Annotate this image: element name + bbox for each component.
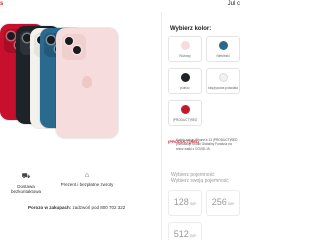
color-label: (PRODUCT)RED: [172, 118, 198, 122]
color-label: księżycowa poświata: [208, 86, 238, 90]
gift-icon: ⌂: [84, 172, 90, 179]
storage-unit: GB*: [189, 234, 197, 238]
product-red-description: Każdy zakup iPhone'a 13 (PRODUCT)RED prz…: [176, 138, 238, 151]
help-phone-link[interactable]: zadzwoń pod 800 702 322: [71, 205, 126, 210]
apple-logo-icon: [82, 76, 92, 88]
feature-contactless-delivery: ⛟ Dostawa bezkontaktowa: [2, 172, 50, 194]
storage-unit: GB*: [189, 202, 197, 206]
help-label: Porozo w zakupach:: [28, 205, 72, 210]
color-swatch: [181, 105, 190, 114]
header-link[interactable]: Jul c: [228, 1, 240, 7]
color-swatch: [219, 73, 228, 82]
feature-label: Prezent i bezpłatne zwroty: [60, 182, 114, 187]
color-option-red[interactable]: (PRODUCT)RED: [168, 100, 202, 126]
product-image: [0, 20, 120, 150]
color-picker-title: Wybierz kolor:: [170, 26, 212, 32]
storage-option-512[interactable]: 512GB*: [168, 222, 202, 240]
color-label: północ: [180, 86, 190, 90]
phone-pink: [56, 28, 118, 138]
color-option-starlight[interactable]: księżycowa poświata: [206, 68, 240, 94]
storage-subtitle: Wybierz swoją pojemność: [171, 178, 229, 184]
storage-option-128[interactable]: 128GB*: [168, 190, 202, 216]
color-label: Niebieski: [216, 54, 230, 58]
storage-value: 128: [173, 197, 189, 207]
truck-icon: ⛟: [21, 173, 31, 180]
help-line: Porozo w zakupach: zadzwoń pod 800 702 3…: [28, 205, 125, 210]
color-swatch: [181, 41, 190, 50]
color-option-midnight[interactable]: północ: [168, 68, 202, 94]
color-swatch: [219, 41, 228, 50]
panel-divider: [161, 12, 162, 240]
feature-label: Dostawa bezkontaktowa: [10, 184, 42, 194]
color-swatch: [181, 73, 190, 82]
color-option-blue[interactable]: Niebieski: [206, 36, 240, 62]
color-label: Różowy: [179, 54, 191, 58]
feature-gift-returns: ⌂ Prezent i bezpłatne zwroty: [58, 172, 116, 187]
storage-option-256[interactable]: 256GB*: [206, 190, 240, 216]
storage-unit: GB*: [227, 202, 235, 206]
storage-value: 256: [211, 197, 227, 207]
brand-text: s: [0, 1, 4, 7]
color-option-pink[interactable]: Różowy: [168, 36, 202, 62]
storage-value: 512: [173, 229, 189, 239]
